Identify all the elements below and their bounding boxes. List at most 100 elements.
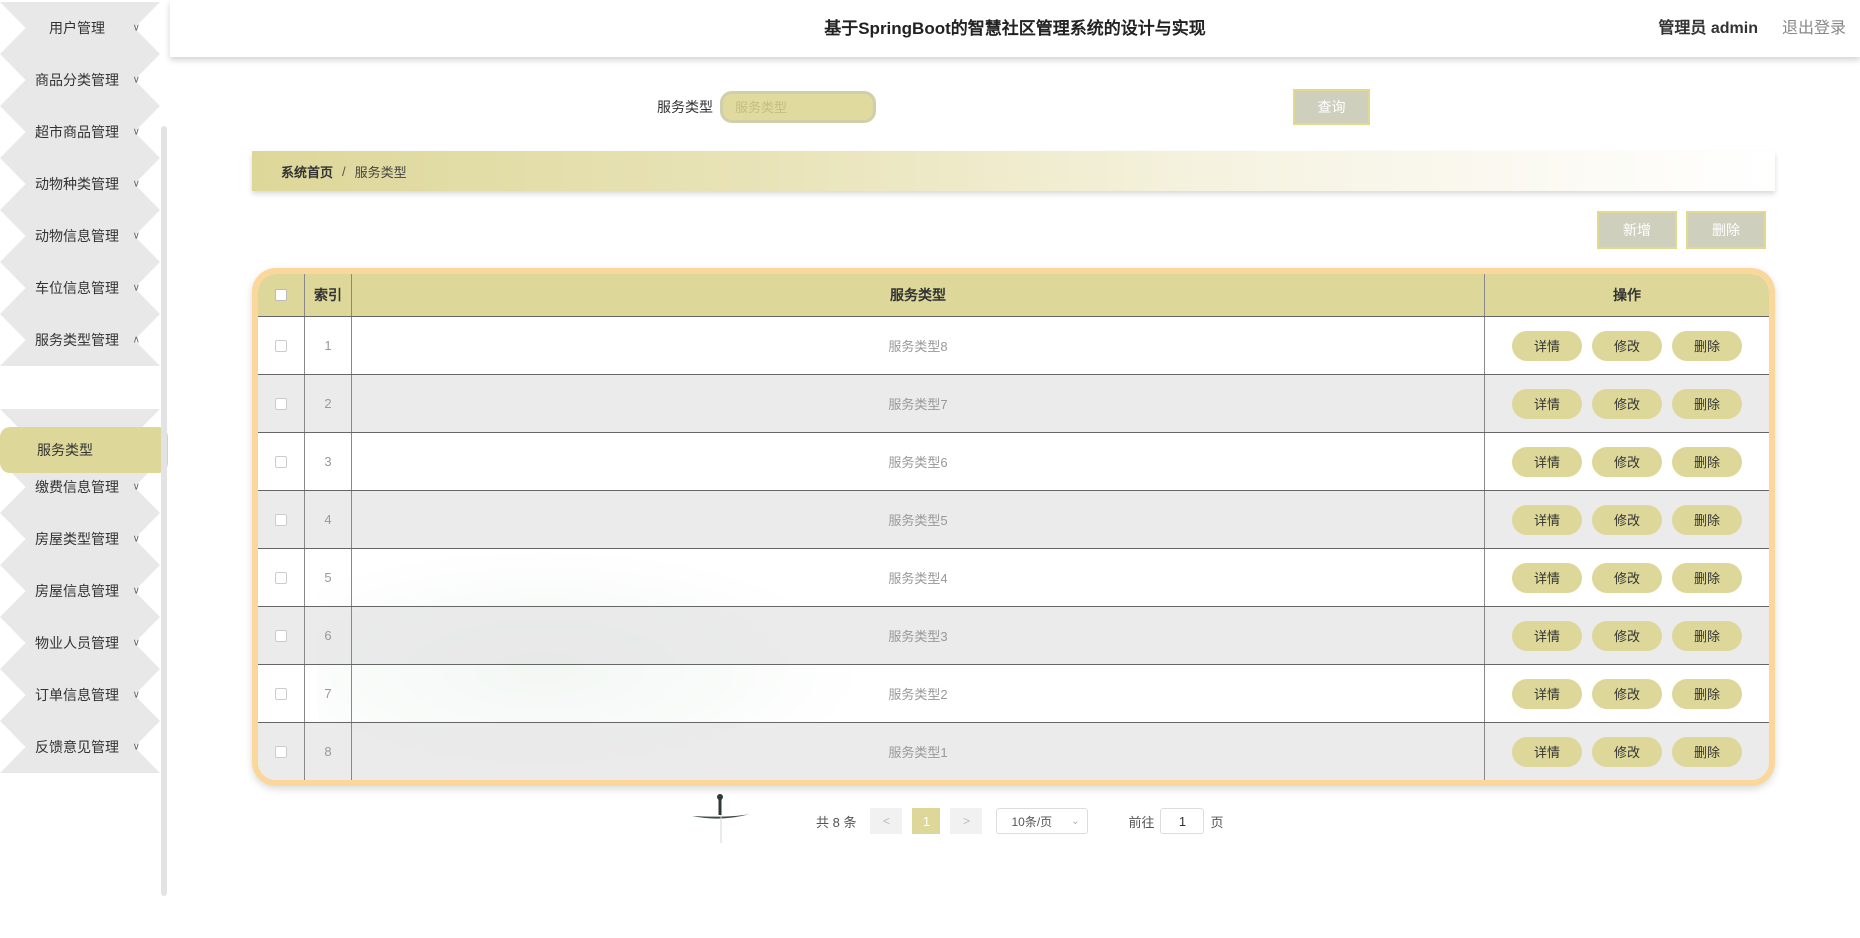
edit-button[interactable]: 修改 [1592,330,1662,361]
search-input[interactable] [720,91,876,123]
breadcrumb-home[interactable]: 系统首页 [281,162,333,181]
sidebar-item-3[interactable]: 动物种类管理 ∨ [0,158,160,210]
current-user: 管理员 admin [1658,20,1758,37]
sidebar-item-4[interactable]: 动物信息管理 ∨ [0,210,160,262]
detail-button[interactable]: 详情 [1512,330,1582,361]
sidebar-item-label: 商品分类管理 [35,72,119,88]
edit-button[interactable]: 修改 [1592,736,1662,767]
edit-button[interactable]: 修改 [1592,388,1662,419]
row-actions: 详情 修改 删除 [1484,607,1769,664]
goto-page-input[interactable]: 1 [1160,808,1205,834]
chevron-down-icon: ∨ [132,74,140,86]
chevron-down-icon: ∨ [132,126,140,138]
detail-button[interactable]: 详情 [1512,504,1582,535]
delete-button[interactable]: 删除 [1672,504,1742,535]
pagination-total: 共 8 条 [816,814,857,830]
row-actions: 详情 修改 删除 [1484,665,1769,722]
delete-button[interactable]: 删除 [1672,620,1742,651]
sidebar-item-12[interactable]: 订单信息管理 ∨ [0,669,160,721]
sidebar-item-10[interactable]: 房屋信息管理 ∨ [0,565,160,617]
delete-button[interactable]: 删除 [1672,388,1742,419]
chevron-down-icon: ∨ [132,178,140,190]
chevron-down-icon: ⌄ [1071,815,1080,827]
sidebar-item-1[interactable]: 商品分类管理 ∨ [0,54,160,106]
row-index: 5 [304,549,351,606]
sidebar-item-label: 服务类型管理 [35,332,119,348]
detail-button[interactable]: 详情 [1512,736,1582,767]
table-header: 索引 服务类型 操作 [258,274,1769,316]
sidebar-subitem-service-type[interactable]: 服务类型 [0,427,168,473]
sidebar-item-13[interactable]: 反馈意见管理 ∨ [0,721,160,773]
row-service-type: 服务类型2 [351,665,1484,722]
table-row: 6 服务类型3 详情 修改 删除 [258,606,1769,664]
detail-button[interactable]: 详情 [1512,678,1582,709]
chevron-down-icon: ∨ [132,741,140,753]
row-check-cell [258,723,304,780]
table-row: 4 服务类型5 详情 修改 删除 [258,490,1769,548]
logout-link[interactable]: 退出登录 [1782,0,1846,57]
query-button[interactable]: 查询 [1293,89,1370,125]
row-service-type: 服务类型4 [351,549,1484,606]
goto-suffix: 页 [1210,814,1224,830]
edit-button[interactable]: 修改 [1592,446,1662,477]
sidebar-item-label: 房屋类型管理 [35,531,119,547]
batch-delete-button[interactable]: 删除 [1686,211,1766,249]
row-checkbox[interactable] [275,339,287,352]
row-checkbox[interactable] [275,571,287,584]
edit-button[interactable]: 修改 [1592,504,1662,535]
row-actions: 详情 修改 删除 [1484,723,1769,780]
detail-button[interactable]: 详情 [1512,388,1582,419]
sidebar-scrollbar[interactable] [161,126,167,896]
sidebar-item-5[interactable]: 车位信息管理 ∨ [0,262,160,314]
row-actions: 详情 修改 删除 [1484,433,1769,490]
table-row: 7 服务类型2 详情 修改 删除 [258,664,1769,722]
row-checkbox[interactable] [275,687,287,700]
sidebar-subitem-label: 服务类型 [37,442,93,458]
sidebar-item-11[interactable]: 物业人员管理 ∨ [0,617,160,669]
detail-button[interactable]: 详情 [1512,620,1582,651]
table-row: 1 服务类型8 详情 修改 删除 [258,316,1769,374]
row-checkbox[interactable] [275,629,287,642]
prev-page-button[interactable]: < [870,808,903,834]
add-button[interactable]: 新增 [1597,211,1677,249]
header-index: 索引 [304,274,351,316]
row-check-cell [258,549,304,606]
edit-button[interactable]: 修改 [1592,562,1662,593]
row-check-cell [258,607,304,664]
delete-button[interactable]: 删除 [1672,446,1742,477]
edit-button[interactable]: 修改 [1592,620,1662,651]
sidebar-item-6[interactable]: 服务类型管理 ∧ [0,314,160,366]
sidebar-item-0[interactable]: 用户管理 ∨ [0,2,160,54]
delete-button[interactable]: 删除 [1672,678,1742,709]
next-page-button[interactable]: > [950,808,983,834]
delete-button[interactable]: 删除 [1672,330,1742,361]
row-checkbox[interactable] [275,745,287,758]
breadcrumb: 系统首页 / 服务类型 [252,151,1775,191]
boat-illustration [692,794,750,843]
page-title: 基于SpringBoot的智慧社区管理系统的设计与实现 [824,19,1206,38]
chevron-down-icon: ∨ [132,230,140,242]
row-index: 1 [304,317,351,374]
page-number-current[interactable]: 1 [912,808,941,834]
row-index: 3 [304,433,351,490]
detail-button[interactable]: 详情 [1512,446,1582,477]
edit-button[interactable]: 修改 [1592,678,1662,709]
row-checkbox[interactable] [275,513,287,526]
row-service-type: 服务类型8 [351,317,1484,374]
chevron-down-icon: ∨ [132,282,140,294]
row-checkbox[interactable] [275,455,287,468]
table-row: 5 服务类型4 详情 修改 删除 [258,548,1769,606]
goto-prefix: 前往 [1128,814,1155,830]
row-checkbox[interactable] [275,397,287,410]
sidebar-item-9[interactable]: 房屋类型管理 ∨ [0,513,160,565]
select-all-checkbox[interactable] [275,289,287,301]
sidebar-item-2[interactable]: 超市商品管理 ∨ [0,106,160,158]
delete-button[interactable]: 删除 [1672,736,1742,767]
delete-button[interactable]: 删除 [1672,562,1742,593]
header-service-type: 服务类型 [351,274,1484,316]
sidebar-item-label: 动物信息管理 [35,228,119,244]
row-index: 8 [304,723,351,780]
search-label: 服务类型 [657,99,713,115]
page-size-select[interactable]: 10条/页 ⌄ [996,808,1089,834]
detail-button[interactable]: 详情 [1512,562,1582,593]
